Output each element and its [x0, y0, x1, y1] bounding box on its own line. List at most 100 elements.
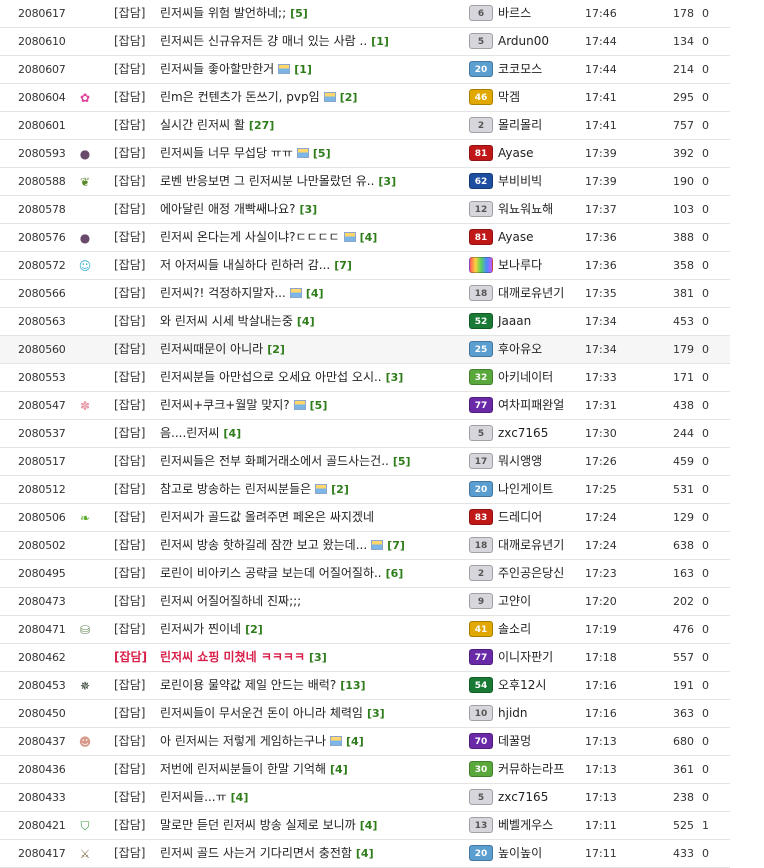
- post-title-link[interactable]: 린저씨들...ㅠ: [160, 790, 227, 804]
- author-nickname[interactable]: 대깨로유년기: [498, 280, 564, 307]
- table-row[interactable]: 2080607 [잡담] 린저씨들 좋아할만한거 [1] 20 코코모스 17:44 214 0: [0, 56, 730, 84]
- post-title-link[interactable]: 로벤 반응보면 그 린저씨분 나만몰랐던 유..: [160, 174, 374, 188]
- table-row[interactable]: 2080537 [잡담] 음....린저씨 [4] 5 zxc7165 17:30 244 0: [0, 420, 730, 448]
- table-row[interactable]: 2080617 [잡담] 린저씨들 위험 발언하네;; [5] 6 바르스 17:46 178…: [0, 0, 730, 28]
- author-nickname[interactable]: 바르스: [498, 0, 531, 27]
- post-title-cell[interactable]: 말로만 듣던 린저씨 방송 실제로 보니까 [4]: [160, 812, 460, 839]
- table-row[interactable]: 2080576 ● [잡담] 린저씨 온다는게 사실이냐?ㄷㄷㄷㄷ [4] 81 Ayase…: [0, 224, 730, 252]
- author-nickname[interactable]: 코코모스: [498, 56, 542, 83]
- post-title-link[interactable]: 린저씨 어질어질하네 진짜;;;: [160, 594, 301, 608]
- post-title-cell[interactable]: 와 린저씨 시세 박살내는중 [4]: [160, 308, 460, 335]
- post-title-cell[interactable]: 로린이용 물약값 제일 안드는 배럭? [13]: [160, 672, 460, 699]
- comment-count[interactable]: [7]: [387, 539, 405, 552]
- post-title-cell[interactable]: 저 아저씨들 내실하다 린하러 감... [7]: [160, 252, 460, 279]
- post-title-link[interactable]: 로린이용 물약값 제일 안드는 배럭?: [160, 678, 336, 692]
- post-title-link[interactable]: 와 린저씨 시세 박살내는중: [160, 314, 293, 328]
- post-category[interactable]: [잡담]: [114, 0, 145, 27]
- author-nickname[interactable]: 부비비빅: [498, 168, 542, 195]
- author-nickname[interactable]: 여차피패완얼: [498, 392, 564, 419]
- post-title-cell[interactable]: 린저씨 쇼핑 미쳤네 ㅋㅋㅋㅋ [3]: [160, 644, 460, 671]
- author-nickname[interactable]: 오후12시: [498, 672, 546, 699]
- post-title-cell[interactable]: 린저씨분들 아만섭으로 오세요 아만섭 오시.. [3]: [160, 364, 460, 391]
- author-nickname[interactable]: zxc7165: [498, 784, 548, 811]
- post-title-cell[interactable]: 참고로 방송하는 린저씨분들은 [2]: [160, 476, 460, 503]
- author-nickname[interactable]: 나인게이트: [498, 476, 553, 503]
- post-title-link[interactable]: 에아달린 애정 개빡쌔나요?: [160, 202, 295, 216]
- author-nickname[interactable]: zxc7165: [498, 420, 548, 447]
- table-row[interactable]: 2080566 [잡담] 린저씨?! 걱정하지말자... [4] 18 대깨로유년기 17:…: [0, 280, 730, 308]
- table-row[interactable]: 2080462 [잡담] 린저씨 쇼핑 미쳤네 ㅋㅋㅋㅋ [3] 77 이니자판기 17:1…: [0, 644, 730, 672]
- post-title-cell[interactable]: 린저씨들 좋아할만한거 [1]: [160, 56, 460, 83]
- post-category[interactable]: [잡담]: [114, 420, 145, 447]
- author-nickname[interactable]: 데꿀멍: [498, 728, 531, 755]
- post-title-link[interactable]: 린저씨 방송 핫하길레 잠깐 보고 왔는데...: [160, 538, 367, 552]
- post-title-link[interactable]: 린저씨가 골드값 올려주면 페온은 싸지겠네: [160, 510, 374, 524]
- author-nickname[interactable]: 막겜: [498, 84, 520, 111]
- post-title-cell[interactable]: 린저씨든 신규유저든 걍 매너 있는 사람 .. [1]: [160, 28, 460, 55]
- post-category[interactable]: [잡담]: [114, 616, 145, 643]
- table-row[interactable]: 2080572 ☺ [잡담] 저 아저씨들 내실하다 린하러 감... [7] 보나루다 1…: [0, 252, 730, 280]
- post-title-link[interactable]: 린저씨들이 무서운건 돈이 아니라 체력임: [160, 706, 363, 720]
- post-title-link[interactable]: 린저씨때문이 아니라: [160, 342, 263, 356]
- post-title-link[interactable]: 린저씨분들 아만섭으로 오세요 아만섭 오시..: [160, 370, 382, 384]
- post-title-cell[interactable]: 린m은 컨텐츠가 돈쓰기, pvp임 [2]: [160, 84, 460, 111]
- comment-count[interactable]: [27]: [249, 119, 274, 132]
- author-nickname[interactable]: 솔소리: [498, 616, 531, 643]
- author-nickname[interactable]: 보나루다: [498, 252, 542, 279]
- comment-count[interactable]: [4]: [306, 287, 324, 300]
- post-title-cell[interactable]: 린저씨 방송 핫하길레 잠깐 보고 왔는데... [7]: [160, 532, 460, 559]
- table-row[interactable]: 2080512 [잡담] 참고로 방송하는 린저씨분들은 [2] 20 나인게이트 17:2…: [0, 476, 730, 504]
- post-category[interactable]: [잡담]: [114, 532, 145, 559]
- post-title-cell[interactable]: 저번에 린저씨분들이 한말 기억해 [4]: [160, 756, 460, 783]
- post-category[interactable]: [잡담]: [114, 448, 145, 475]
- comment-count[interactable]: [4]: [330, 763, 348, 776]
- author-nickname[interactable]: Ayase: [498, 140, 533, 167]
- post-title-cell[interactable]: 음....린저씨 [4]: [160, 420, 460, 447]
- comment-count[interactable]: [7]: [334, 259, 352, 272]
- comment-count[interactable]: [4]: [223, 427, 241, 440]
- post-category[interactable]: [잡담]: [114, 364, 145, 391]
- post-title-link[interactable]: 린저씨 온다는게 사실이냐?ㄷㄷㄷㄷ: [160, 230, 340, 244]
- comment-count[interactable]: [4]: [346, 735, 364, 748]
- author-nickname[interactable]: 몰리몰리: [498, 112, 542, 139]
- post-title-cell[interactable]: 에아달린 애정 개빡쌔나요? [3]: [160, 196, 460, 223]
- comment-count[interactable]: [6]: [386, 567, 404, 580]
- post-category[interactable]: [잡담]: [114, 28, 145, 55]
- comment-count[interactable]: [4]: [231, 791, 249, 804]
- table-row[interactable]: 2080610 [잡담] 린저씨든 신규유저든 걍 매너 있는 사람 .. [1] 5 A…: [0, 28, 730, 56]
- table-row[interactable]: 2080417 ⚔ [잡담] 린저씨 골드 사는거 기다리면서 충전함 [4] 20 높이높…: [0, 840, 730, 868]
- post-title-cell[interactable]: 린저씨 어질어질하네 진짜;;;: [160, 588, 460, 615]
- post-title-cell[interactable]: 린저씨들 너무 무섭당 ㅠㅠ [5]: [160, 140, 460, 167]
- author-nickname[interactable]: Ayase: [498, 224, 533, 251]
- author-nickname[interactable]: hjidn: [498, 700, 528, 727]
- post-category[interactable]: [잡담]: [114, 252, 145, 279]
- table-row[interactable]: 2080437 ☻ [잡담] 아 린저씨는 저렇게 게임하는구나 [4] 70 데꿀멍 17:…: [0, 728, 730, 756]
- comment-count[interactable]: [2]: [331, 483, 349, 496]
- table-row[interactable]: 2080578 [잡담] 에아달린 애정 개빡쌔나요? [3] 12 워뇨워뇨해 17:37…: [0, 196, 730, 224]
- post-title-cell[interactable]: 린저씨들이 무서운건 돈이 아니라 체력임 [3]: [160, 700, 460, 727]
- post-category[interactable]: [잡담]: [114, 504, 145, 531]
- author-nickname[interactable]: 뭐시앵앵: [498, 448, 542, 475]
- comment-count[interactable]: [5]: [313, 147, 331, 160]
- comment-count[interactable]: [1]: [371, 35, 389, 48]
- post-title-cell[interactable]: 린저씨들은 전부 화폐거래소에서 골드사는건.. [5]: [160, 448, 460, 475]
- post-category[interactable]: [잡담]: [114, 308, 145, 335]
- author-nickname[interactable]: 드레디어: [498, 504, 542, 531]
- post-title-link[interactable]: 린저씨?! 걱정하지말자...: [160, 286, 286, 300]
- comment-count[interactable]: [1]: [294, 63, 312, 76]
- author-nickname[interactable]: 대깨로유년기: [498, 532, 564, 559]
- post-category[interactable]: [잡담]: [114, 196, 145, 223]
- post-title-link[interactable]: 린저씨+쿠크+월말 맞지?: [160, 398, 290, 412]
- post-title-link[interactable]: 린저씨든 신규유저든 걍 매너 있는 사람 ..: [160, 34, 367, 48]
- post-category[interactable]: [잡담]: [114, 280, 145, 307]
- table-row[interactable]: 2080450 [잡담] 린저씨들이 무서운건 돈이 아니라 체력임 [3] 10 hji…: [0, 700, 730, 728]
- author-nickname[interactable]: 이니자판기: [498, 644, 553, 671]
- comment-count[interactable]: [5]: [290, 7, 308, 20]
- post-title-link[interactable]: 린저씨 골드 사는거 기다리면서 충전함: [160, 846, 352, 860]
- post-title-cell[interactable]: 로린이 비아키스 공략글 보는데 어질어질하.. [6]: [160, 560, 460, 587]
- post-title-link[interactable]: 린저씨들 위험 발언하네;;: [160, 6, 286, 20]
- post-category[interactable]: [잡담]: [114, 784, 145, 811]
- post-category[interactable]: [잡담]: [114, 728, 145, 755]
- post-category[interactable]: [잡담]: [114, 840, 145, 867]
- post-title-link[interactable]: 린저씨들은 전부 화폐거래소에서 골드사는건..: [160, 454, 389, 468]
